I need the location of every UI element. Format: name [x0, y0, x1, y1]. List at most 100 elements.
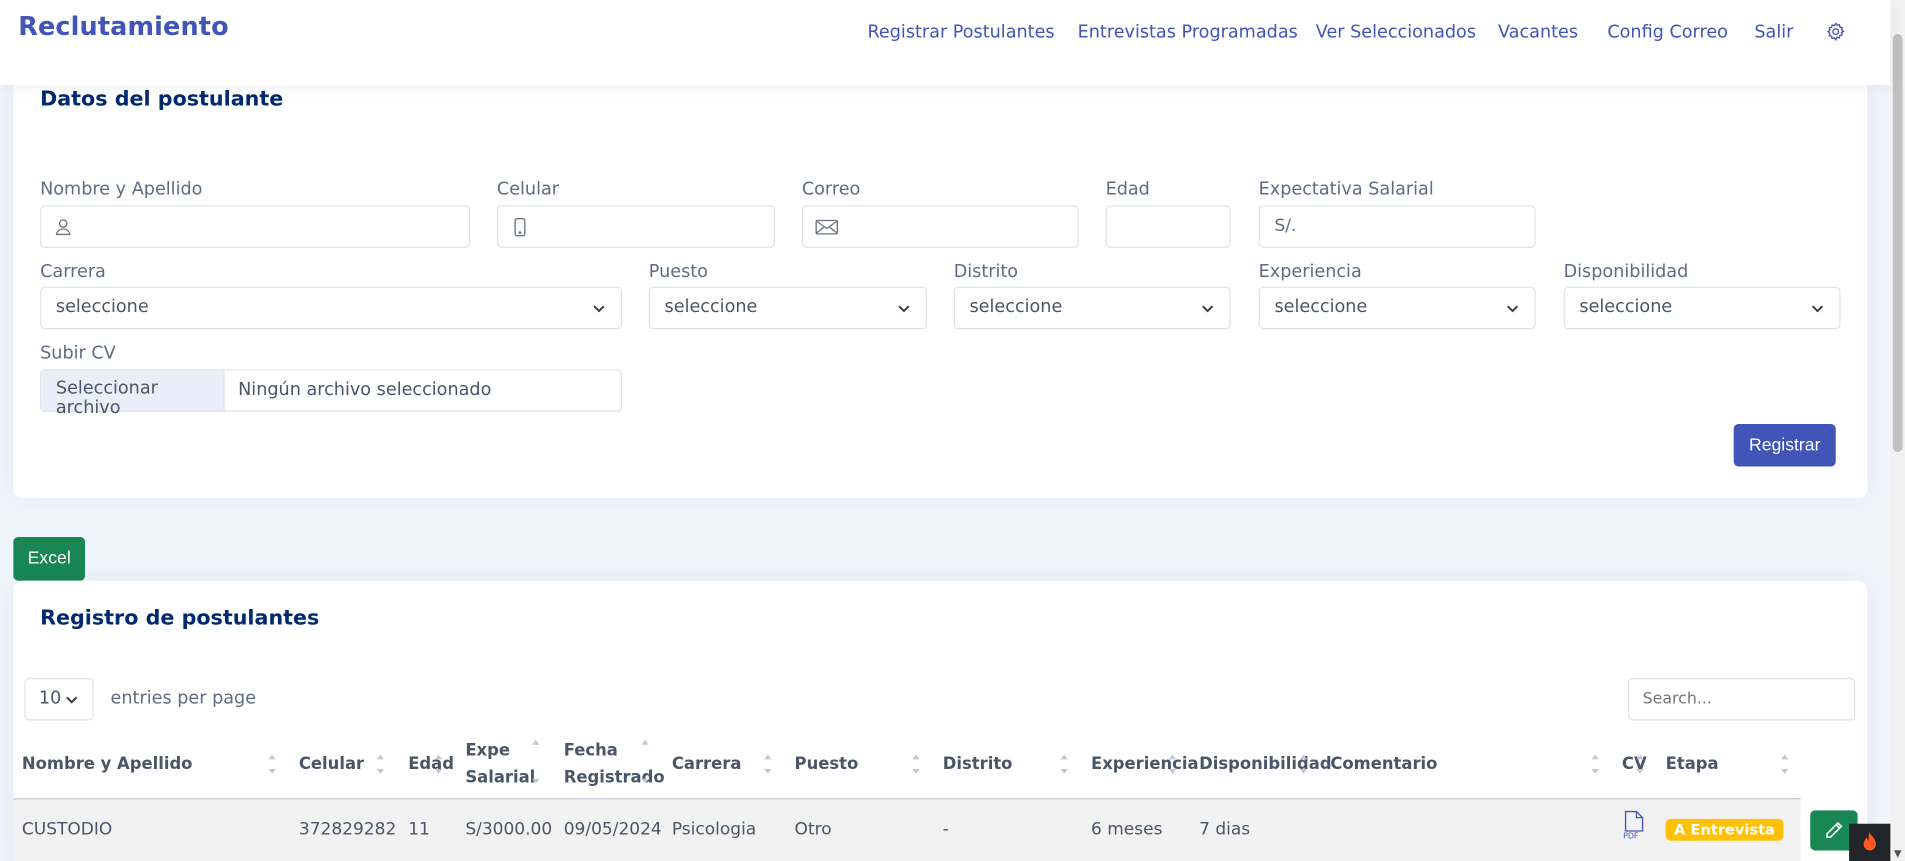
- page-scrollbar[interactable]: [1890, 0, 1905, 861]
- table-title: Registro de postulantes: [40, 606, 320, 631]
- pencil-icon: [1826, 821, 1843, 839]
- correo-field[interactable]: [801, 205, 1079, 248]
- sort-icon: [532, 739, 540, 745]
- nombre-field[interactable]: [40, 205, 471, 248]
- top-nav: Registrar Postulantes Entrevistas Progra…: [0, 23, 1890, 47]
- puesto-value: seleccione: [664, 297, 758, 318]
- gear-icon[interactable]: [1826, 22, 1845, 42]
- experiencia-value: seleccione: [1274, 297, 1368, 318]
- chevron-down-icon: [1507, 305, 1519, 313]
- chevron-down-icon: [593, 305, 605, 313]
- nav-config-correo[interactable]: Config Correo: [1607, 23, 1728, 42]
- puesto-select[interactable]: seleccione: [648, 286, 927, 330]
- th-distrito[interactable]: Distrito: [943, 751, 1013, 778]
- etapa-badge: A Entrevista: [1665, 818, 1784, 841]
- sort-icon: [532, 778, 540, 784]
- envelope-icon: [815, 219, 838, 235]
- chevron-down-icon: [898, 305, 910, 313]
- page-size-label: entries per page: [110, 688, 257, 709]
- cv-file-input[interactable]: Seleccionar archivo Ningún archivo selec…: [40, 369, 623, 418]
- th-experiencia[interactable]: Experiencia: [1091, 751, 1199, 778]
- edad-field[interactable]: [1105, 205, 1231, 248]
- label-puesto: Puesto: [648, 262, 708, 282]
- disponibilidad-select[interactable]: seleccione: [1563, 286, 1841, 330]
- sort-icon: [1591, 754, 1599, 774]
- cell-carrera: Psicologia: [671, 820, 757, 840]
- label-nombre: Nombre y Apellido: [40, 179, 203, 200]
- top-header: Reclutamiento Registrar Postulantes Entr…: [0, 0, 1891, 86]
- th-expe-1[interactable]: Expe: [465, 737, 510, 764]
- th-comentario[interactable]: Comentario: [1330, 751, 1437, 778]
- th-fecha-1[interactable]: Fecha: [564, 737, 618, 764]
- form-title: Datos del postulante: [40, 87, 284, 112]
- phone-icon: [514, 218, 526, 237]
- distrito-select[interactable]: seleccione: [953, 286, 1231, 330]
- distrito-value: seleccione: [969, 297, 1063, 318]
- expectativa-placeholder: S/.: [1274, 216, 1297, 236]
- th-etapa[interactable]: Etapa: [1666, 751, 1719, 778]
- cell-puesto: Otro: [794, 820, 832, 840]
- table-row[interactable]: CUSTODIO 372829282 11 S/3000.00 09/05/20…: [13, 799, 1801, 861]
- sort-icon: [1636, 754, 1644, 774]
- th-expe-2[interactable]: Salarial: [465, 764, 535, 791]
- nav-entrevistas-programadas[interactable]: Entrevistas Programadas: [1078, 23, 1298, 42]
- label-experiencia: Experiencia: [1258, 262, 1362, 282]
- th-carrera[interactable]: Carrera: [672, 751, 742, 778]
- sort-icon: [268, 754, 276, 774]
- expectativa-field[interactable]: S/.: [1258, 205, 1536, 248]
- nav-vacantes[interactable]: Vacantes: [1498, 23, 1578, 42]
- scrollbar-thumb[interactable]: [1892, 34, 1903, 452]
- label-celular: Celular: [496, 179, 560, 200]
- th-celular[interactable]: Celular: [299, 751, 364, 778]
- sort-icon: [641, 778, 649, 784]
- cell-celular: 372829282: [298, 820, 397, 840]
- page-size-select[interactable]: 10: [24, 677, 94, 721]
- label-expectativa: Expectativa Salarial: [1258, 179, 1434, 200]
- page-size-value: 10: [38, 688, 62, 709]
- sort-icon: [376, 754, 384, 774]
- sort-icon: [641, 739, 649, 745]
- scroll-down-arrow-icon[interactable]: ▼: [1890, 847, 1905, 861]
- sort-icon: [764, 754, 772, 774]
- label-correo: Correo: [801, 179, 861, 200]
- chevron-down-icon: [66, 696, 78, 704]
- cell-experiencia: 6 meses: [1090, 820, 1163, 840]
- table-search-input[interactable]: [1627, 677, 1856, 721]
- floating-widget[interactable]: [1849, 823, 1891, 861]
- sort-icon: [1060, 754, 1068, 774]
- excel-button[interactable]: Excel: [13, 536, 86, 581]
- label-edad: Edad: [1105, 179, 1150, 200]
- pdf-icon[interactable]: PDF: [1622, 810, 1646, 840]
- th-puesto[interactable]: Puesto: [795, 751, 859, 778]
- flame-icon: [1863, 832, 1876, 851]
- cell-edad: 11: [408, 820, 430, 840]
- user-icon: [55, 219, 71, 236]
- sort-icon: [434, 754, 443, 774]
- celular-field[interactable]: [496, 205, 776, 248]
- nav-salir[interactable]: Salir: [1754, 23, 1793, 42]
- cell-distrito: -: [942, 820, 949, 840]
- th-edad[interactable]: Edad: [408, 751, 454, 778]
- cell-fecha: 09/05/2024: [563, 820, 662, 840]
- th-nombre[interactable]: Nombre y Apellido: [22, 751, 193, 778]
- svg-text:PDF: PDF: [1623, 831, 1639, 839]
- nav-ver-seleccionados[interactable]: Ver Seleccionados: [1316, 23, 1476, 42]
- th-disponibilidad[interactable]: Disponibilidad: [1199, 751, 1331, 778]
- carrera-select[interactable]: seleccione: [40, 286, 623, 330]
- page-root: Reclutamiento Registrar Postulantes Entr…: [0, 0, 1905, 861]
- label-disponibilidad: Disponibilidad: [1563, 262, 1689, 282]
- registrar-button[interactable]: Registrar: [1733, 424, 1836, 467]
- carrera-value: seleccione: [55, 297, 149, 318]
- file-status: Ningún archivo seleccionado: [238, 380, 492, 400]
- label-distrito: Distrito: [953, 262, 1019, 282]
- chevron-down-icon: [1202, 305, 1214, 313]
- experiencia-select[interactable]: seleccione: [1258, 286, 1536, 330]
- choose-file-button[interactable]: Seleccionar archivo: [41, 370, 225, 418]
- nav-registrar-postulantes[interactable]: Registrar Postulantes: [867, 23, 1054, 42]
- chevron-down-icon: [1811, 305, 1824, 313]
- cell-disponibilidad: 7 dias: [1199, 820, 1251, 840]
- sort-icon: [1781, 754, 1789, 774]
- sort-icon: [912, 754, 920, 774]
- label-cv: Subir CV: [40, 343, 116, 364]
- cell-nombre: CUSTODIO: [21, 820, 113, 840]
